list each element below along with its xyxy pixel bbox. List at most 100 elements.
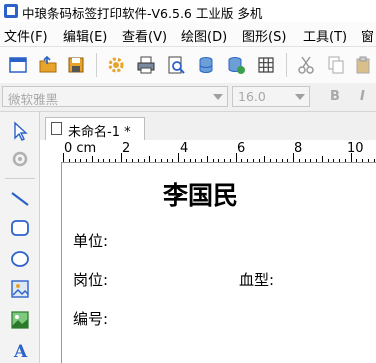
menu-edit[interactable]: 编辑(E) [63, 26, 107, 45]
italic-button[interactable]: I [360, 89, 365, 104]
ruler-label: 10 [347, 141, 364, 156]
ruler-unit-label: 0 cm [64, 141, 97, 156]
font-size-select[interactable]: 16.0 [232, 86, 310, 107]
ruler-tick [293, 153, 294, 162]
ruler-tick [275, 159, 277, 162]
ruler-tick [137, 159, 139, 162]
cut-icon[interactable] [296, 55, 316, 75]
ruler-tick [178, 153, 179, 162]
ruler-tick [183, 159, 185, 162]
ruler-tick [155, 159, 156, 162]
bold-button[interactable]: B [330, 89, 340, 104]
ruler-label: 6 [237, 141, 246, 156]
ruler-tick [103, 159, 105, 162]
menu-file[interactable]: 文件(F) [4, 26, 48, 45]
ruler-tick [132, 159, 133, 162]
open-folder-icon[interactable] [38, 55, 58, 75]
menu-window[interactable]: 窗 [361, 26, 374, 45]
ruler-tick [350, 153, 352, 162]
vertical-ruler [40, 140, 62, 363]
tab-document[interactable]: 未命名-1 * [45, 117, 145, 140]
menu-draw[interactable]: 绘图(D) [181, 26, 227, 45]
ruler-label: 4 [180, 141, 189, 156]
ruler-tick [310, 159, 312, 162]
ruler-tick [252, 159, 254, 162]
svg-text:A: A [13, 342, 28, 361]
toolbar-separator [96, 53, 97, 77]
ruler-tick [356, 159, 358, 162]
copy-icon[interactable] [326, 55, 346, 75]
app-icon [4, 4, 18, 18]
ruler-tick [287, 159, 289, 162]
ruler-tick [247, 159, 248, 162]
ruler-tick [373, 159, 375, 162]
ruler-tick [166, 159, 168, 162]
ruler-tick [241, 159, 243, 162]
tab-document-title: 未命名-1 * [68, 125, 131, 140]
print-preview-icon[interactable] [166, 55, 186, 75]
menu-shape[interactable]: 图形(S) [242, 26, 286, 45]
ruler-label: 8 [294, 141, 303, 156]
toolbar-separator [286, 53, 287, 77]
ruler-tick [362, 159, 363, 162]
ruler-tick [281, 159, 283, 162]
ruler-tick [258, 159, 260, 162]
text-icon[interactable]: A [9, 339, 31, 361]
save-icon[interactable] [66, 55, 86, 75]
horizontal-ruler: 0 cm 2 4 6 8 10 [61, 140, 376, 163]
ruler-tick [114, 159, 116, 162]
label-number-text[interactable]: 编号: [73, 308, 108, 329]
ruler-tick [270, 159, 271, 162]
grid-icon[interactable] [256, 55, 276, 75]
font-name-select[interactable]: 微软雅黑 [2, 86, 228, 107]
ruler-tick [321, 156, 323, 162]
ruler-tick [298, 159, 300, 162]
rotate-icon[interactable] [9, 148, 31, 170]
font-size-value: 16.0 [238, 89, 266, 104]
ruler-tick [143, 159, 145, 162]
tool-separator [5, 178, 35, 179]
ruler-tick [229, 159, 231, 162]
ruler-tick [86, 159, 87, 162]
ruler-tick [126, 159, 128, 162]
document-icon [51, 122, 62, 135]
ruler-tick [97, 159, 99, 162]
ruler-tick [344, 159, 346, 162]
label-blood-type-text[interactable]: 血型: [239, 269, 274, 290]
menu-view[interactable]: 查看(V) [122, 26, 167, 45]
ruler-tick [160, 159, 162, 162]
database-settings-icon[interactable] [226, 55, 246, 75]
line-icon[interactable] [9, 188, 31, 210]
ruler-tick [172, 159, 174, 162]
select-pointer-icon[interactable] [9, 120, 31, 142]
print-icon[interactable] [136, 55, 156, 75]
label-position-text[interactable]: 岗位: [73, 269, 108, 290]
ruler-label: 2 [122, 141, 131, 156]
new-document-icon[interactable] [8, 55, 28, 75]
label-name-text[interactable]: 李国民 [163, 176, 238, 212]
ruler-tick [224, 159, 225, 162]
label-unit-text[interactable]: 单位: [73, 230, 108, 251]
paste-icon[interactable] [354, 55, 374, 75]
database-icon[interactable] [196, 55, 216, 75]
ruler-tick [120, 153, 122, 162]
ruler-tick [264, 156, 266, 162]
menu-tools[interactable]: 工具(T) [303, 26, 347, 45]
ruler-tick [367, 159, 369, 162]
ruler-tick [68, 159, 70, 162]
ruler-tick [149, 156, 151, 162]
image-icon[interactable] [9, 278, 31, 300]
ruler-tick [212, 159, 214, 162]
ruler-tick [235, 153, 237, 162]
left-tool-panel: A [0, 112, 40, 363]
ruler-tick [201, 159, 202, 162]
ruler-tick [109, 159, 110, 162]
settings-gear-icon[interactable] [106, 55, 126, 75]
ellipse-icon[interactable] [9, 248, 31, 270]
ruler-tick [74, 159, 76, 162]
rounded-rect-icon[interactable] [9, 217, 31, 239]
ruler-tick [218, 159, 220, 162]
ruler-tick [316, 159, 317, 162]
picture-icon[interactable] [9, 309, 31, 331]
format-toolbar: 微软雅黑 16.0 B I [0, 83, 376, 112]
